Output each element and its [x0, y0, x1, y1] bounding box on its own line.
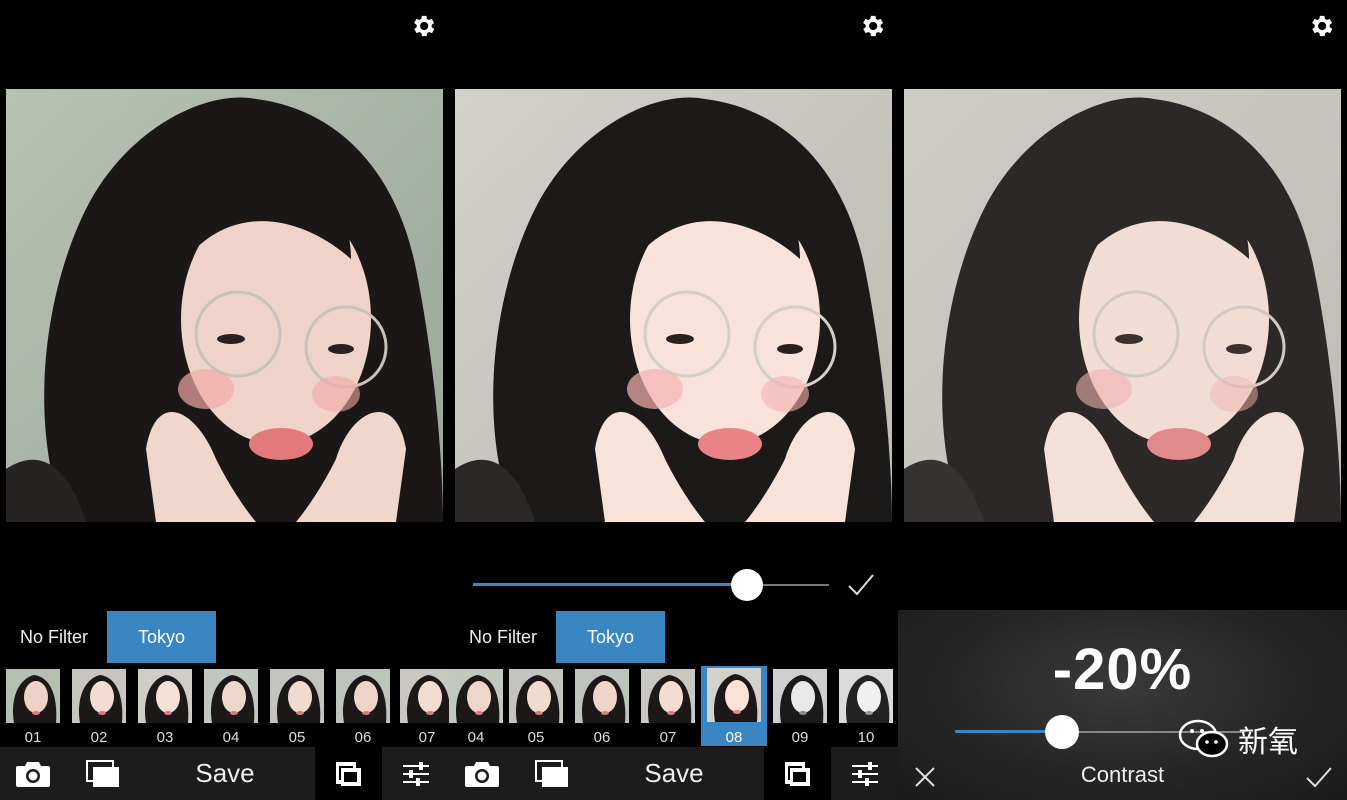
- filter-thumb[interactable]: 02: [70, 666, 128, 746]
- thumb-image: [773, 669, 827, 723]
- filter-thumb[interactable]: 10: [837, 666, 895, 746]
- sliders-icon: [851, 761, 878, 786]
- wechat-icon: [1178, 719, 1229, 758]
- thumb-label: 06: [593, 729, 611, 746]
- camera-button[interactable]: [0, 747, 66, 800]
- photo-preview: [904, 89, 1341, 522]
- editor-panel-filters: No Filter Tokyo 01 02 03 04 05 06 07 Sav…: [0, 0, 449, 800]
- slider-fill: [473, 583, 748, 586]
- film-icon: [335, 761, 361, 786]
- filter-thumbnails: 04 05 06 07 08 09 10: [449, 666, 898, 746]
- filter-thumb[interactable]: 09: [771, 666, 829, 746]
- thumb-label: 04: [222, 729, 240, 746]
- sliders-icon: [402, 761, 429, 786]
- film-icon: [784, 761, 810, 786]
- tab-no-filter[interactable]: No Filter: [469, 611, 537, 663]
- filter-thumb[interactable]: 03: [136, 666, 194, 746]
- camera-icon: [465, 761, 499, 787]
- thumb-label: 01: [24, 729, 42, 746]
- filter-thumb[interactable]: 04: [449, 666, 505, 746]
- filter-thumb[interactable]: 05: [507, 666, 565, 746]
- watermark: 新氧: [1178, 714, 1298, 764]
- check-icon[interactable]: [1305, 766, 1333, 788]
- thumb-label: 06: [354, 729, 372, 746]
- photo-preview: [455, 89, 892, 522]
- gallery-icon: [535, 759, 568, 787]
- gallery-icon: [86, 759, 119, 787]
- filter-thumb[interactable]: 05: [268, 666, 326, 746]
- thumb-image: [707, 668, 761, 722]
- thumb-image: [449, 669, 503, 723]
- bottom-toolbar: Save: [449, 747, 898, 800]
- gear-icon[interactable]: [1307, 12, 1335, 40]
- filter-thumb[interactable]: 07: [639, 666, 697, 746]
- thumb-image: [204, 669, 258, 723]
- thumb-image: [138, 669, 192, 723]
- filter-thumb[interactable]: 01: [4, 666, 62, 746]
- filters-tool-button[interactable]: [315, 747, 382, 800]
- tab-tokyo[interactable]: Tokyo: [107, 611, 216, 663]
- check-icon[interactable]: [847, 572, 875, 598]
- portrait-image: [6, 89, 443, 522]
- thumb-image: [400, 669, 449, 723]
- filter-thumb[interactable]: 04: [202, 666, 260, 746]
- thumb-image: [72, 669, 126, 723]
- tab-tokyo[interactable]: Tokyo: [556, 611, 665, 663]
- slider-knob[interactable]: [731, 569, 764, 601]
- gallery-button[interactable]: [78, 747, 128, 800]
- portrait-image: [904, 89, 1341, 522]
- camera-icon: [16, 761, 50, 787]
- filter-tabs: No Filter Tokyo: [0, 611, 449, 663]
- gear-icon[interactable]: [858, 12, 886, 40]
- adjust-tool-button[interactable]: [382, 747, 449, 800]
- thumb-image: [270, 669, 324, 723]
- thumb-image: [641, 669, 695, 723]
- photo-preview: [6, 89, 443, 522]
- watermark-text: 新氧: [1238, 725, 1298, 760]
- thumb-image: [839, 669, 893, 723]
- thumb-image: [336, 669, 390, 723]
- filters-tool-button[interactable]: [764, 747, 831, 800]
- editor-panel-filter-intensity: No Filter Tokyo 04 05 06 07 08 09 10 Sav…: [449, 0, 898, 800]
- thumb-label: 05: [288, 729, 306, 746]
- bottom-toolbar: Save: [0, 747, 449, 800]
- adjust-tool-button[interactable]: [831, 747, 898, 800]
- thumb-label: 05: [527, 729, 545, 746]
- thumb-label: 08: [725, 729, 743, 746]
- thumb-label: 07: [659, 729, 677, 746]
- thumb-label: 09: [791, 729, 809, 746]
- filter-thumb[interactable]: 06: [334, 666, 392, 746]
- adjust-panel: -20% Contrast: [898, 610, 1347, 800]
- tab-no-filter[interactable]: No Filter: [20, 611, 88, 663]
- filter-thumb-selected[interactable]: 08: [701, 666, 767, 746]
- filter-thumb[interactable]: 07: [398, 666, 449, 746]
- editor-panel-adjust: -20% Contrast: [898, 0, 1347, 800]
- camera-button[interactable]: [449, 747, 515, 800]
- adjust-tool-name: Contrast: [1080, 762, 1165, 787]
- filter-intensity-slider[interactable]: [473, 568, 829, 602]
- filter-thumb[interactable]: 06: [573, 666, 631, 746]
- thumb-label: 03: [156, 729, 174, 746]
- save-button[interactable]: Save: [140, 747, 310, 800]
- thumb-label: 07: [418, 729, 436, 746]
- thumb-image: [575, 669, 629, 723]
- gallery-button[interactable]: [527, 747, 577, 800]
- thumb-label: 04: [467, 729, 485, 746]
- thumb-image: [6, 669, 60, 723]
- filter-thumbnails: 01 02 03 04 05 06 07: [0, 666, 449, 746]
- gear-icon[interactable]: [409, 12, 437, 40]
- adjust-value: -20%: [1052, 637, 1193, 702]
- thumb-image: [509, 669, 563, 723]
- slider-knob[interactable]: [1045, 715, 1080, 749]
- filter-tabs: No Filter Tokyo: [449, 611, 898, 663]
- save-button[interactable]: Save: [589, 747, 759, 800]
- thumb-label: 10: [857, 729, 875, 746]
- portrait-image: [455, 89, 892, 522]
- thumb-label: 02: [90, 729, 108, 746]
